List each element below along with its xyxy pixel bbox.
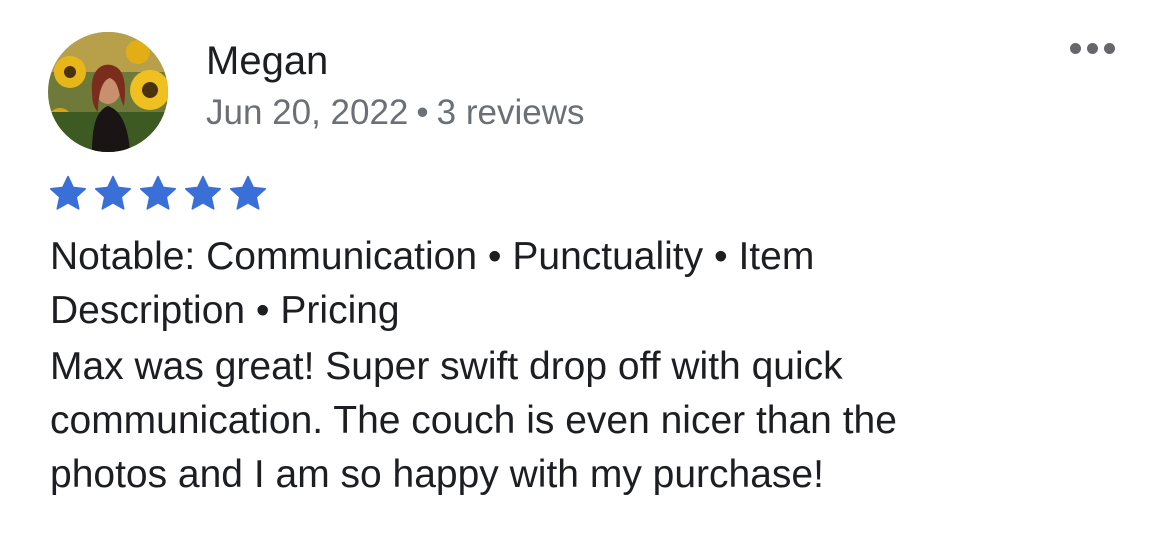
notable-tags: Notable: Communication • Punctuality • I… — [50, 230, 1130, 338]
review-line-2: communication. The couch is even nicer t… — [50, 399, 897, 442]
review-meta: Jun 20, 2022 • 3 reviews — [206, 92, 585, 134]
star-icon — [185, 175, 222, 210]
review-card: Megan Jun 20, 2022 • 3 reviews Notable: Co… — [0, 0, 1170, 555]
review-line-3: photos and I am so happy with my purchas… — [50, 453, 824, 496]
more-options-icon-dot — [1086, 42, 1098, 54]
more-options-icon — [1069, 42, 1081, 54]
reviewer-name[interactable]: Megan — [206, 38, 328, 84]
notable-line-2: Description • Pricing — [50, 289, 400, 332]
meta-separator: • — [416, 93, 429, 132]
star-icon — [95, 175, 132, 210]
review-line-1: Max was great! Super swift drop off with… — [50, 345, 843, 388]
star-icon — [140, 175, 177, 210]
notable-line-1: Notable: Communication • Punctuality • I… — [50, 235, 815, 278]
star-icon — [50, 175, 86, 210]
review-text: Max was great! Super swift drop off with… — [50, 340, 1130, 502]
more-options-button[interactable] — [1060, 30, 1124, 66]
avatar[interactable] — [48, 32, 168, 152]
more-options-icon-dot — [1103, 42, 1115, 54]
star-rating — [48, 174, 268, 214]
review-date: Jun 20, 2022 — [206, 93, 409, 132]
review-count[interactable]: 3 reviews — [437, 93, 585, 132]
profile-photo-icon — [48, 32, 168, 152]
star-icon — [230, 175, 266, 210]
